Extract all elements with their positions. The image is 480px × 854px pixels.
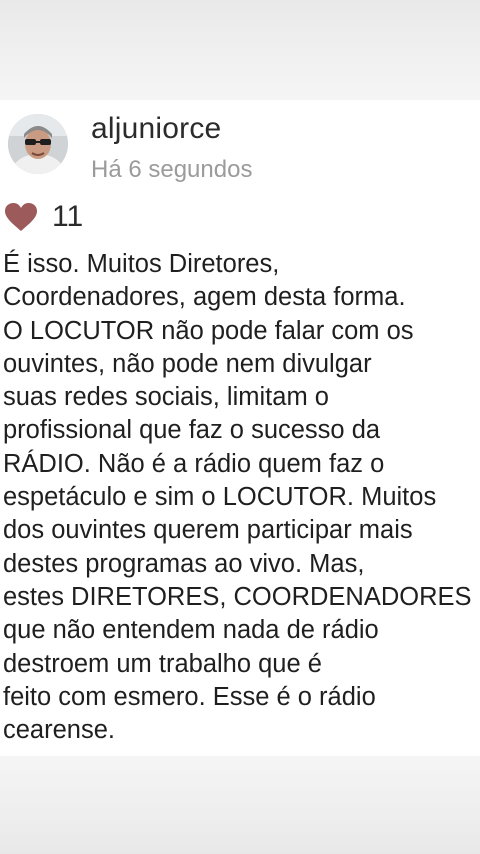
comment-line: ouvintes, não pode nem divulgar xyxy=(3,349,372,378)
comment-line: destes programas ao vivo. Mas, xyxy=(3,549,365,578)
background-blur-top xyxy=(0,0,480,100)
comment-text: É isso. Muitos Diretores, Coordenadores,… xyxy=(3,248,479,747)
comment-line: destroem um trabalho que é xyxy=(3,649,322,678)
user-avatar[interactable] xyxy=(8,114,68,174)
comment-line: O LOCUTOR não pode falar com os xyxy=(3,316,414,345)
comment-card: aljuniorce Há 6 segundos 11 É isso. Muit… xyxy=(0,100,480,756)
comment-line: profissional que faz o sucesso da xyxy=(3,416,381,445)
comment-line: feito com esmero. Esse é o rádio xyxy=(3,682,376,711)
timestamp: Há 6 segundos xyxy=(91,156,253,183)
comment-line: espetáculo e sim o LOCUTOR. Muitos xyxy=(3,483,437,512)
username[interactable]: aljuniorce xyxy=(91,112,221,146)
comment-line: que não entendem nada de rádio xyxy=(3,616,379,645)
comment-line: Coordenadores, agem desta forma. xyxy=(3,283,406,312)
comment-line: cearense. xyxy=(3,716,115,745)
comment-line: dos ouvintes querem participar mais xyxy=(3,516,413,545)
like-section[interactable]: 11 xyxy=(4,198,83,236)
comment-line: estes DIRETORES, COORDENADORES xyxy=(3,582,472,611)
comment-line: suas redes sociais, limitam o xyxy=(3,383,329,412)
comment-line: RÁDIO. Não é a rádio quem faz o xyxy=(3,449,385,478)
background-blur-bottom xyxy=(0,756,480,854)
like-count: 11 xyxy=(52,200,84,233)
avatar-photo-icon xyxy=(8,114,68,174)
comment-line: É isso. Muitos Diretores, xyxy=(3,250,280,278)
heart-icon[interactable] xyxy=(4,202,38,232)
